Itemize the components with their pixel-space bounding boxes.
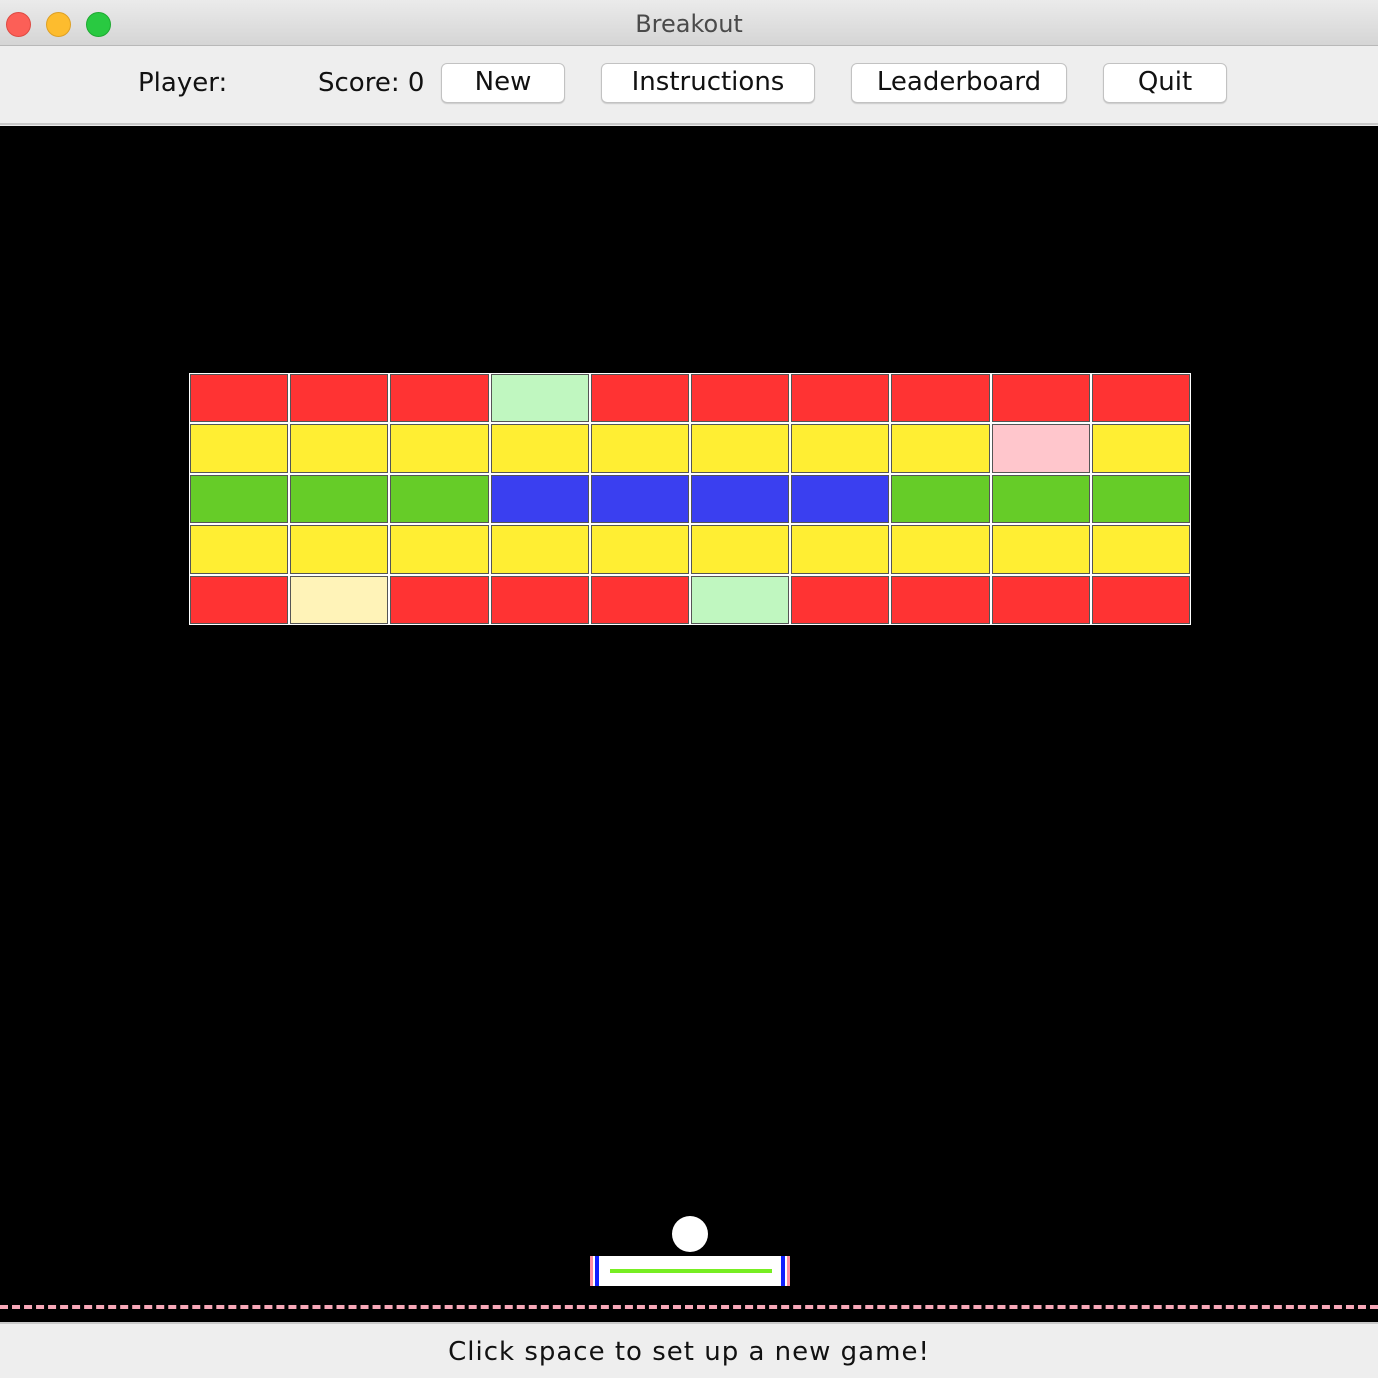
brick	[891, 575, 990, 624]
bottom-boundary-line	[0, 1305, 1378, 1309]
leaderboard-button[interactable]: Leaderboard	[851, 63, 1067, 103]
paddle	[590, 1256, 790, 1286]
brick	[290, 424, 389, 473]
brick	[490, 424, 589, 473]
brick	[791, 424, 890, 473]
status-message: Click space to set up a new game!	[448, 1337, 930, 1367]
brick	[1091, 424, 1190, 473]
brick-grid	[189, 373, 1191, 625]
brick	[590, 374, 689, 423]
brick	[690, 374, 790, 423]
brick	[791, 474, 890, 524]
brick	[590, 424, 689, 473]
brick	[190, 374, 289, 423]
quit-button[interactable]: Quit	[1103, 63, 1227, 103]
brick	[791, 374, 890, 423]
brick	[1091, 374, 1190, 423]
new-game-button[interactable]: New	[441, 63, 565, 103]
brick	[991, 424, 1090, 473]
brick	[190, 525, 289, 574]
brick	[190, 474, 289, 524]
brick	[991, 374, 1090, 423]
brick	[290, 575, 389, 624]
brick	[891, 374, 990, 423]
brick	[791, 575, 890, 624]
brick	[1091, 525, 1190, 574]
brick	[1091, 474, 1190, 524]
brick	[590, 474, 689, 524]
paddle-power-bar	[610, 1269, 772, 1273]
brick	[290, 474, 389, 524]
brick	[390, 474, 489, 524]
brick	[490, 575, 589, 624]
ball	[672, 1216, 708, 1252]
brick	[891, 474, 990, 524]
brick	[290, 525, 389, 574]
brick	[390, 525, 489, 574]
window-title: Breakout	[635, 10, 743, 38]
instructions-button[interactable]: Instructions	[601, 63, 815, 103]
brick	[490, 374, 589, 423]
brick	[490, 525, 589, 574]
brick	[991, 474, 1090, 524]
score-label: Score: 0	[318, 68, 425, 98]
brick	[190, 575, 289, 624]
brick	[590, 575, 689, 624]
brick	[690, 575, 790, 624]
brick	[991, 525, 1090, 574]
brick	[390, 424, 489, 473]
title-bar: Breakout	[0, 0, 1378, 46]
toolbar: Player: Score: 0 New Instructions Leader…	[0, 46, 1378, 125]
brick	[690, 424, 790, 473]
brick	[190, 424, 289, 473]
brick	[791, 525, 890, 574]
brick	[390, 374, 489, 423]
paddle-left-edge	[595, 1256, 599, 1286]
paddle-right-edge	[781, 1256, 785, 1286]
brick	[1091, 575, 1190, 624]
brick	[891, 525, 990, 574]
brick	[690, 474, 790, 524]
brick	[390, 575, 489, 624]
brick	[891, 424, 990, 473]
status-bar: Click space to set up a new game!	[0, 1322, 1378, 1378]
game-board[interactable]	[0, 126, 1378, 1322]
brick	[991, 575, 1090, 624]
brick	[590, 525, 689, 574]
breakout-window: Breakout Player: Score: 0 New Instructio…	[0, 0, 1378, 1378]
brick	[690, 525, 790, 574]
player-label: Player:	[138, 68, 228, 98]
brick	[490, 474, 589, 524]
brick	[290, 374, 389, 423]
